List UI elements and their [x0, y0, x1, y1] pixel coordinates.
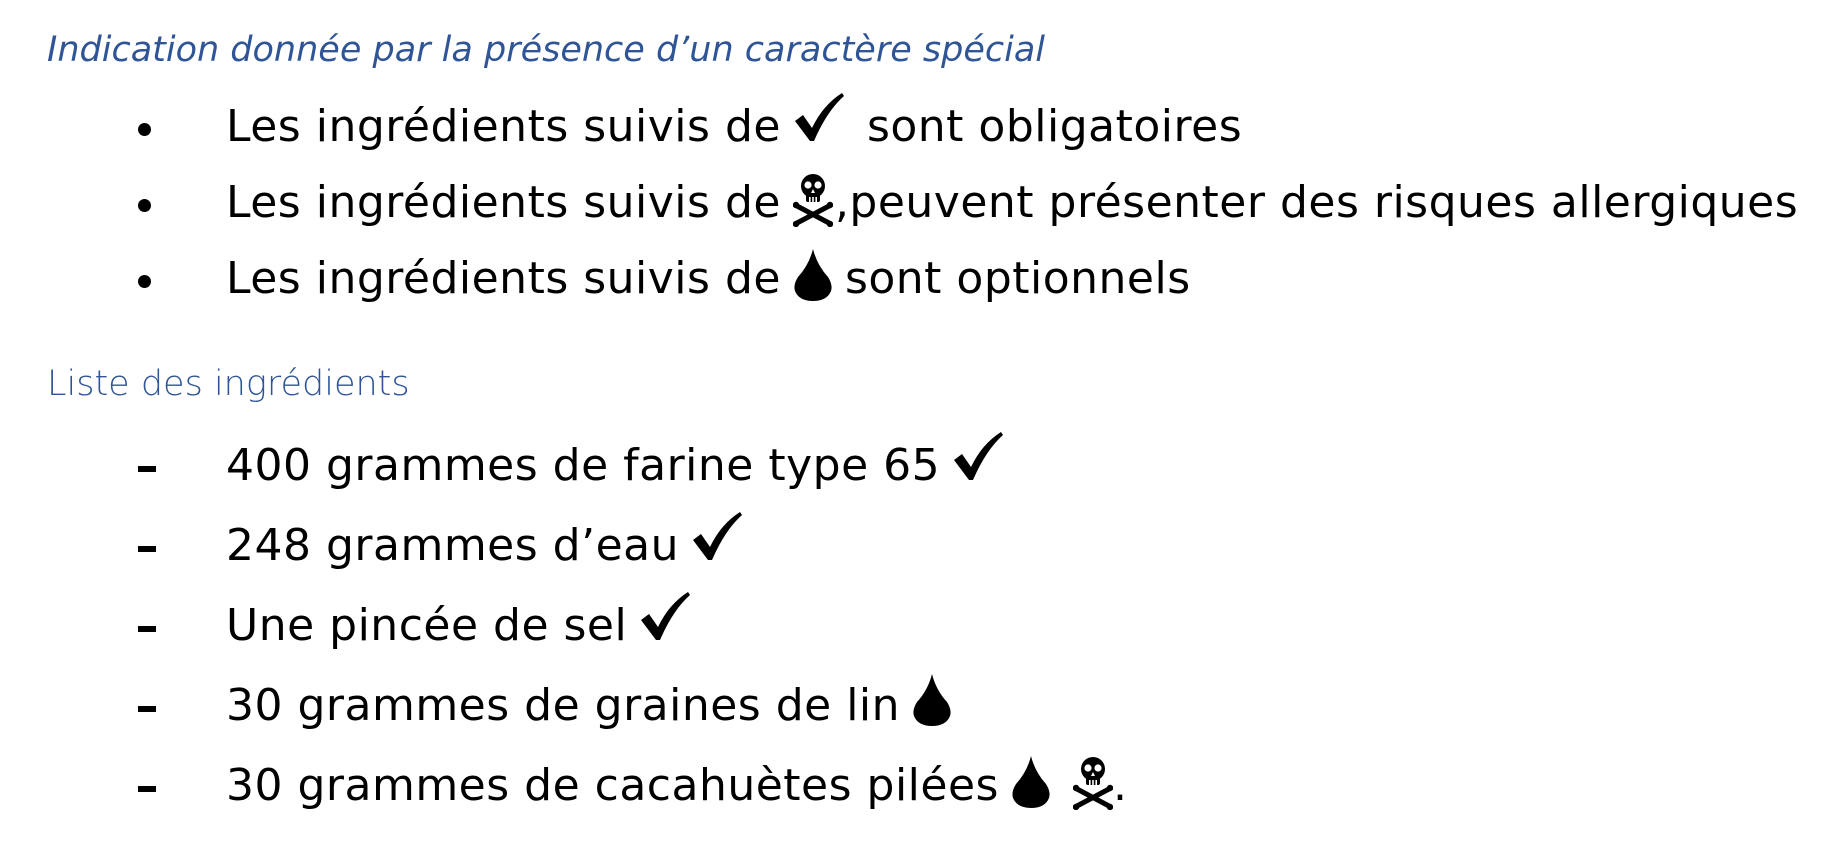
ingredient-text: 30 grammes de cacahuètes pilées [226, 760, 999, 811]
bullet-dash [138, 466, 156, 472]
droplet-icon [1011, 756, 1051, 810]
ingredient-item: 400 grammes de farine type 65 [0, 432, 1830, 496]
ingredient-item: 248 grammes d’eau [0, 512, 1830, 576]
bullet-dot [138, 199, 151, 212]
legend-item-allergen: Les ingrédients suivis de ,peuvent prése… [0, 173, 1830, 233]
legend-item-optional: Les ingrédients suivis de sont optionnel… [0, 249, 1830, 309]
legend-item-text: Les ingrédients suivis de [226, 177, 781, 228]
legend-item-suffix: sont optionnels [844, 253, 1191, 304]
bullet-dash [138, 786, 156, 792]
skull-crossbones-icon [792, 174, 833, 227]
ingredients-heading: Liste des ingrédients [47, 364, 410, 404]
legend-item-suffix: sont obligatoires [866, 101, 1243, 152]
bullet-dash [138, 626, 156, 632]
ingredient-suffix: . [1112, 760, 1128, 811]
ingredient-item: 30 grammes de graines de lin [0, 674, 1830, 736]
bullet-dash [138, 706, 156, 712]
checkmark-icon [691, 512, 743, 566]
ingredient-text: 400 grammes de farine type 65 [226, 440, 941, 491]
legend-item-suffix: ,peuvent présenter des risques allergiqu… [834, 177, 1799, 228]
legend-item-text: Les ingrédients suivis de [226, 253, 781, 304]
skull-crossbones-icon [1072, 757, 1113, 810]
bullet-dot [138, 123, 151, 136]
ingredient-text: Une pincée de sel [226, 600, 628, 651]
ingredient-text: 30 grammes de graines de lin [226, 680, 901, 731]
bullet-dash [138, 546, 156, 552]
checkmark-icon [793, 93, 845, 147]
ingredient-item: Une pincée de sel [0, 592, 1830, 656]
checkmark-icon [639, 592, 691, 646]
ingredient-text: 248 grammes d’eau [226, 520, 679, 571]
legend-heading: Indication donnée par la présence d’un c… [47, 30, 1045, 70]
legend-item-text: Les ingrédients suivis de [226, 101, 781, 152]
ingredient-item: 30 grammes de cacahuètes pilées . [0, 756, 1830, 816]
checkmark-icon [952, 432, 1004, 486]
document-page: Indication donnée par la présence d’un c… [0, 0, 1830, 862]
legend-item-required: Les ingrédients suivis de sont obligatoi… [0, 93, 1830, 157]
droplet-icon [912, 674, 952, 728]
bullet-dot [138, 275, 151, 288]
droplet-icon [793, 249, 833, 303]
